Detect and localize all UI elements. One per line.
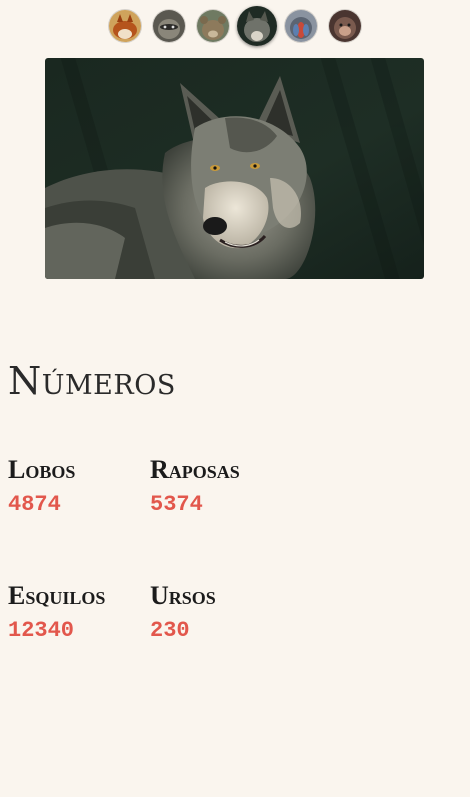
- bear-thumbnail[interactable]: [197, 10, 229, 42]
- hero-image: [45, 58, 424, 279]
- wolf-thumbnail[interactable]: [237, 6, 277, 46]
- fox-thumbnail[interactable]: [109, 10, 141, 42]
- stat-lobos: Lobos 4874: [8, 457, 143, 516]
- raccoon-thumbnail[interactable]: [153, 10, 185, 42]
- stat-value: 12340: [8, 618, 75, 643]
- monkey-thumbnail[interactable]: [329, 10, 361, 42]
- stat-esquilos: Esquilos 12340: [8, 583, 143, 642]
- stat-label: Raposas: [150, 455, 240, 484]
- stat-value: 4874: [8, 492, 61, 517]
- gallery-thumbnails: [0, 6, 470, 48]
- section-title: Números: [8, 359, 176, 403]
- stat-raposas: Raposas 5374: [150, 457, 285, 516]
- stat-label: Esquilos: [8, 581, 106, 610]
- stat-label: Ursos: [150, 581, 216, 610]
- stat-label: Lobos: [8, 455, 76, 484]
- mandrill-thumbnail[interactable]: [285, 10, 317, 42]
- stat-value: 5374: [150, 492, 203, 517]
- stat-ursos: Ursos 230: [150, 583, 285, 642]
- stat-value: 230: [150, 618, 190, 643]
